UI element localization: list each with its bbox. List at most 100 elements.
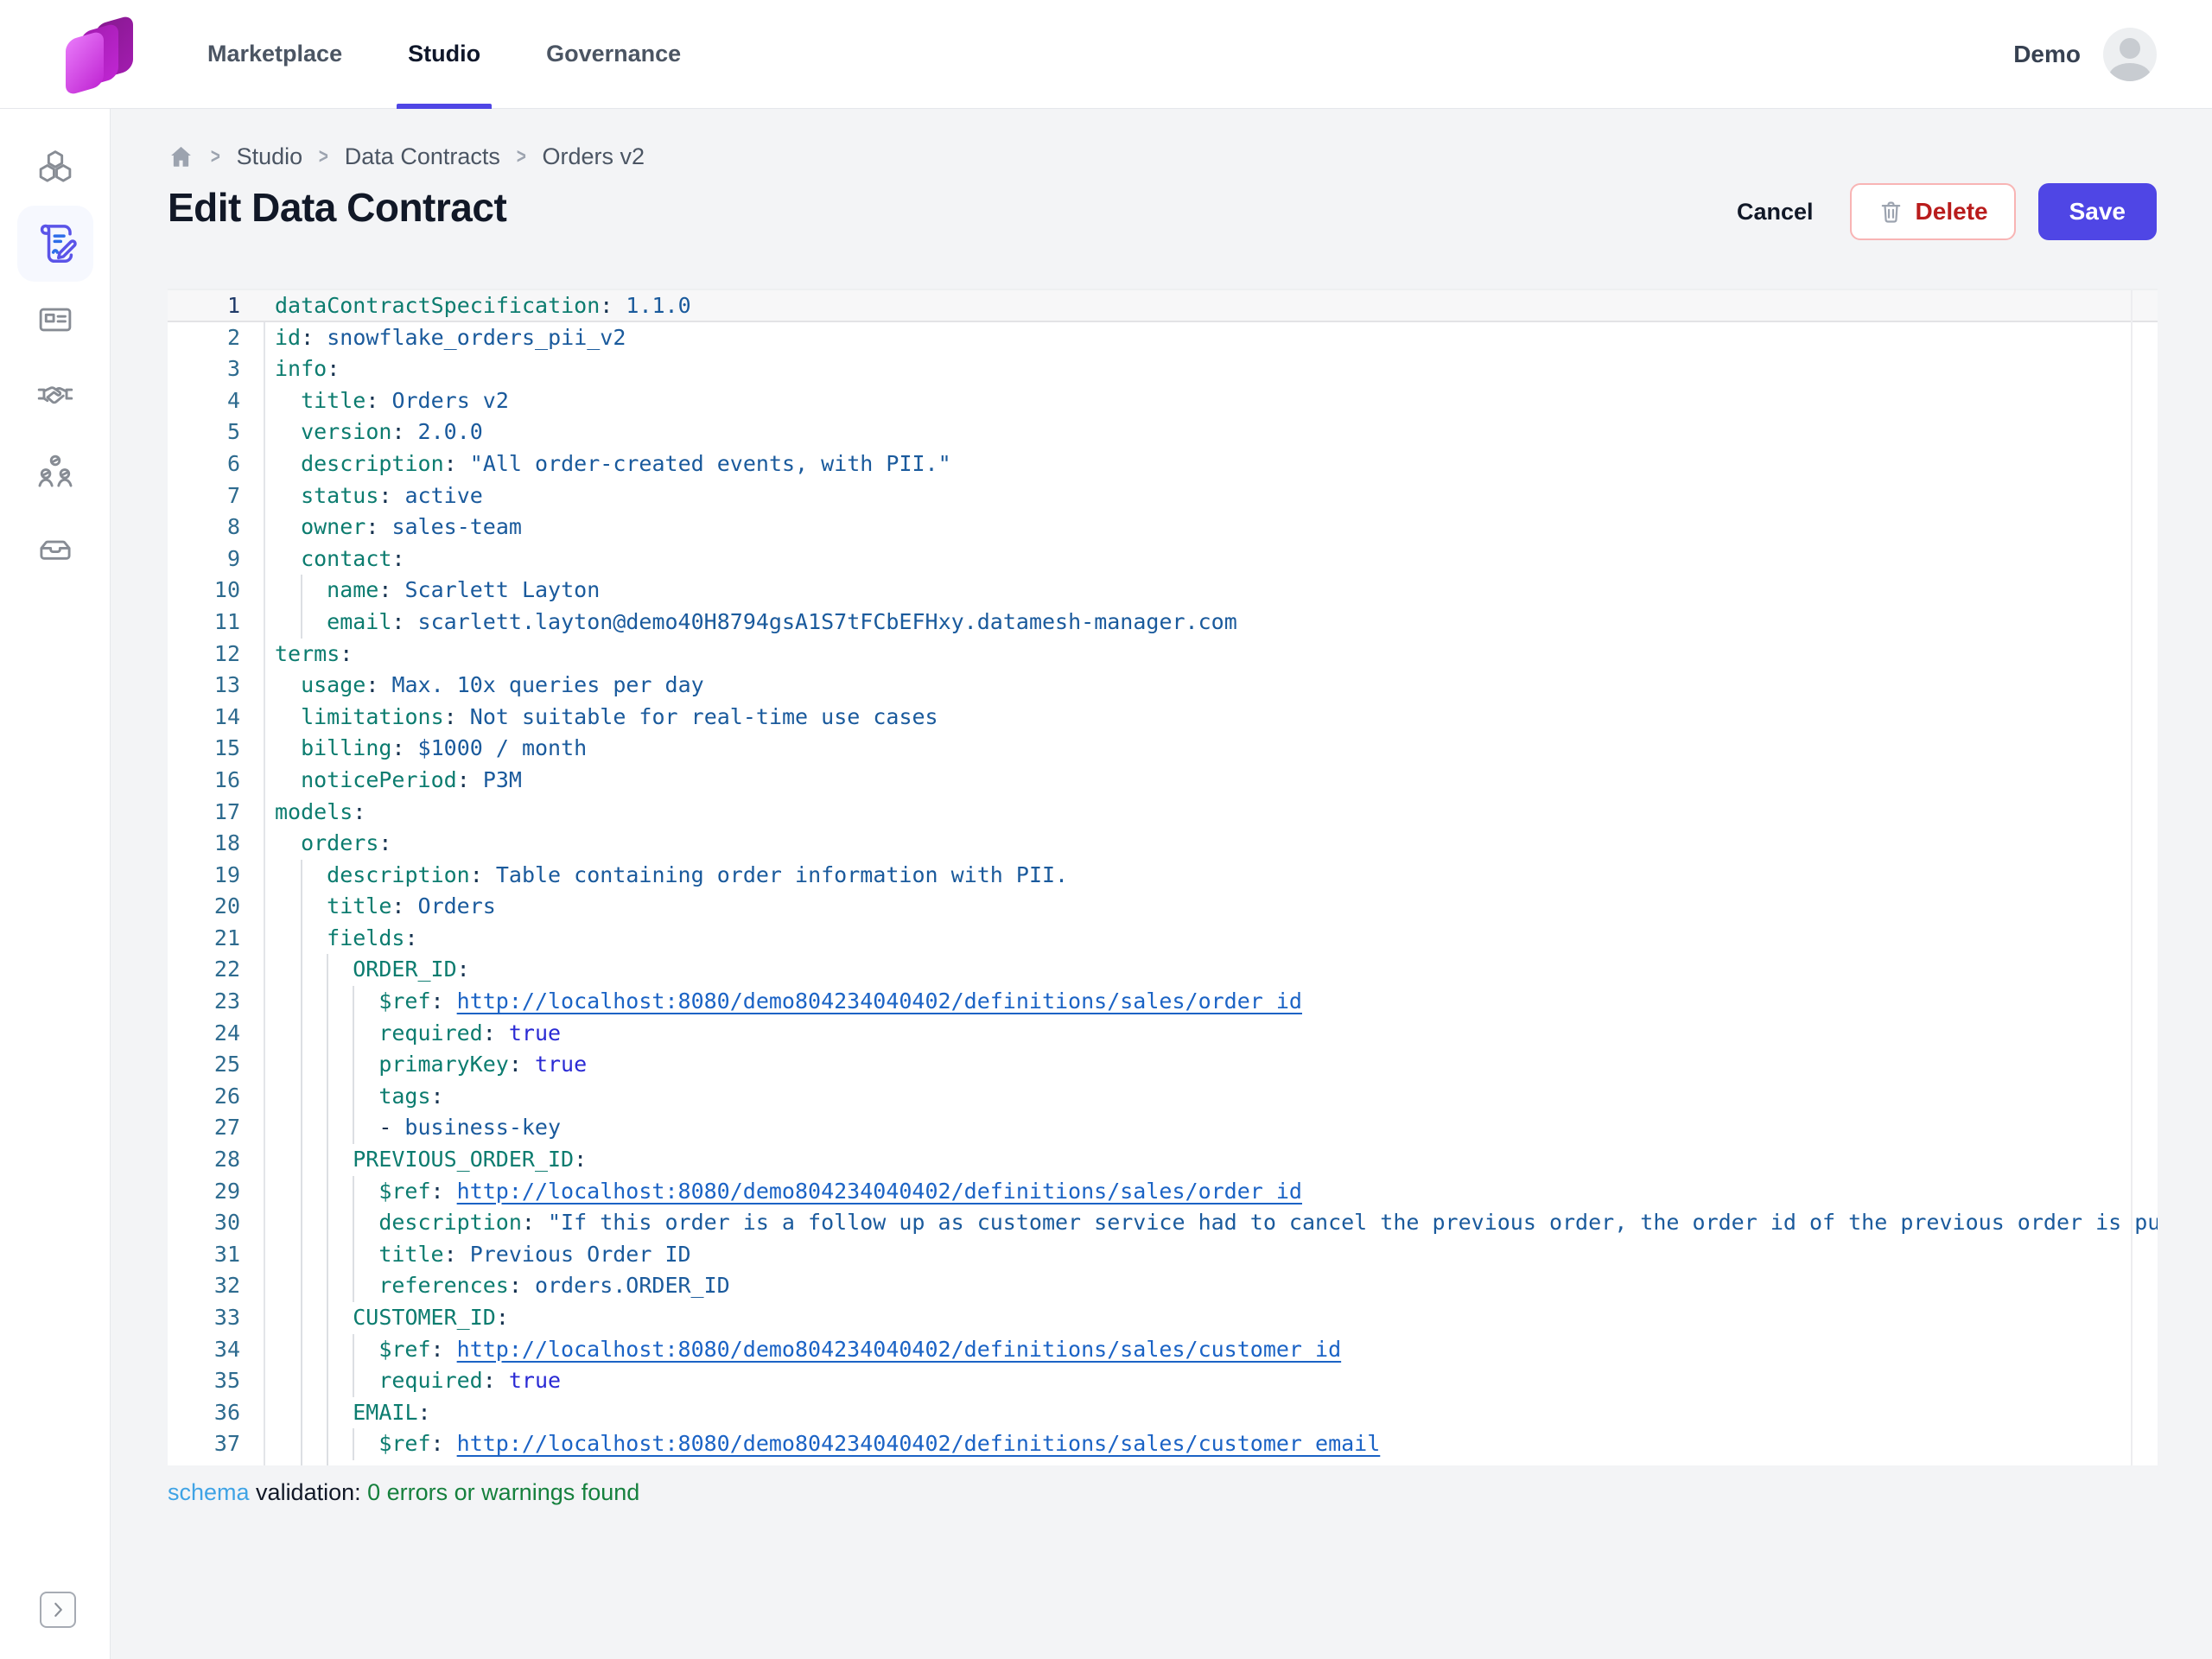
line-number: 21 <box>168 923 240 955</box>
code-line[interactable]: 1dataContractSpecification: 1.1.0 <box>168 290 2158 322</box>
code-line[interactable]: 5 version: 2.0.0 <box>168 416 2158 448</box>
code-line[interactable]: 19description: Table containing order in… <box>168 860 2158 892</box>
indent-guide <box>353 1081 354 1113</box>
code-line[interactable]: 17models: <box>168 797 2158 829</box>
code-line[interactable]: 6description: "All order-created events,… <box>168 448 2158 480</box>
code-line[interactable]: 26tags: <box>168 1081 2158 1113</box>
validation-status: 0 errors or warnings found <box>367 1479 639 1505</box>
save-button[interactable]: Save <box>2038 183 2157 240</box>
code-line[interactable]: 36EMAIL: <box>168 1397 2158 1429</box>
sidebar-item-teams[interactable] <box>0 434 111 510</box>
yaml-code-editor[interactable]: 1dataContractSpecification: 1.1.02id: sn… <box>168 289 2158 1465</box>
code-line[interactable]: 29$ref: http://localhost:8080/demo804234… <box>168 1176 2158 1208</box>
line-number: 18 <box>168 828 240 860</box>
ref-link[interactable]: http://localhost:8080/demo804234040402/d… <box>457 988 1302 1014</box>
code-line[interactable]: 14 limitations: Not suitable for real-tim… <box>168 702 2158 734</box>
code-line[interactable]: 18 orders: <box>168 828 2158 860</box>
indent-guide <box>327 1428 328 1460</box>
code-line[interactable]: 11email: scarlett.layton@demo40H8794gsA1… <box>168 607 2158 639</box>
nav-tab-governance[interactable]: Governance <box>546 0 681 109</box>
code-line[interactable]: 2id: snowflake_orders_pii_v2 <box>168 322 2158 354</box>
home-icon[interactable] <box>168 143 194 170</box>
code-line[interactable]: 10name: Scarlett Layton <box>168 575 2158 607</box>
code-line[interactable]: 8owner: sales-team <box>168 512 2158 543</box>
nav-tab-marketplace[interactable]: Marketplace <box>207 0 342 109</box>
line-number: 20 <box>168 891 240 923</box>
code-line[interactable]: 13usage: Max. 10x queries per day <box>168 670 2158 702</box>
indent-guide <box>327 1270 328 1302</box>
user-avatar-icon[interactable] <box>2103 28 2157 81</box>
code-line[interactable]: 34$ref: http://localhost:8080/demo804234… <box>168 1334 2158 1366</box>
code-line[interactable]: 20title: Orders <box>168 891 2158 923</box>
app-logo[interactable] <box>64 15 135 96</box>
code-line[interactable]: 22ORDER_ID: <box>168 954 2158 986</box>
code-line[interactable]: 9contact: <box>168 543 2158 575</box>
inbox-icon <box>35 528 75 568</box>
breadcrumb-item[interactable]: Data Contracts <box>345 143 500 170</box>
code-line[interactable]: 31title: Previous Order ID <box>168 1239 2158 1271</box>
card-icon <box>35 300 75 340</box>
line-number: 4 <box>168 385 240 417</box>
sidebar-item-asset-card[interactable] <box>0 282 111 358</box>
code-line[interactable]: 16noticePeriod: P3M <box>168 765 2158 797</box>
code-text: title: Previous Order ID <box>378 1239 690 1271</box>
code-line[interactable]: 24required: true <box>168 1018 2158 1050</box>
code-text: EMAIL: <box>353 1397 430 1429</box>
code-line[interactable]: 23$ref: http://localhost:8080/demo804234… <box>168 986 2158 1018</box>
code-line[interactable]: 37$ref: http://localhost:8080/demo804234… <box>168 1428 2158 1460</box>
nav-tab-studio[interactable]: Studio <box>408 0 480 109</box>
code-line[interactable]: 33CUSTOMER_ID: <box>168 1302 2158 1334</box>
sidebar-expand-button[interactable] <box>40 1592 76 1628</box>
code-line[interactable]: 12terms: <box>168 639 2158 671</box>
line-number: 38 <box>168 1460 240 1465</box>
cancel-button[interactable]: Cancel <box>1737 199 1814 226</box>
code-text: references: orders.ORDER_ID <box>378 1270 729 1302</box>
schema-link[interactable]: schema <box>168 1479 250 1505</box>
code-line[interactable]: 4 title: Orders v2 <box>168 385 2158 417</box>
line-number: 17 <box>168 797 240 829</box>
delete-button[interactable]: Delete <box>1850 183 2016 240</box>
code-text: limitations: Not suitable for real-time … <box>301 702 938 734</box>
sidebar-item-agreements[interactable] <box>0 358 111 434</box>
line-number: 14 <box>168 702 240 734</box>
code-text: orders: <box>301 828 391 860</box>
code-text: fields: <box>327 923 417 955</box>
code-line[interactable]: 25primaryKey: true <box>168 1049 2158 1081</box>
breadcrumb-item[interactable]: Orders v2 <box>542 143 645 170</box>
editor-scrollbar-track[interactable] <box>2131 290 2133 1465</box>
code-text: primaryKey: true <box>378 1049 587 1081</box>
code-text: noticePeriod: P3M <box>301 765 522 797</box>
primary-nav: Marketplace Studio Governance <box>207 0 681 109</box>
sidebar-item-data-products[interactable] <box>0 130 111 206</box>
code-text: version: 2.0.0 <box>301 416 483 448</box>
indent-guide <box>353 1018 354 1050</box>
code-line[interactable]: 27- business-key <box>168 1112 2158 1144</box>
code-text: title: Orders v2 <box>301 385 509 417</box>
indent-guide <box>327 1302 328 1334</box>
code-line[interactable]: 35required: true <box>168 1365 2158 1397</box>
code-line[interactable]: 21 fields: <box>168 923 2158 955</box>
ref-link[interactable]: http://localhost:8080/demo804234040402/d… <box>457 1179 1302 1204</box>
code-text: dataContractSpecification: 1.1.0 <box>275 290 691 322</box>
breadcrumb-item[interactable]: Studio <box>237 143 303 170</box>
code-line[interactable]: 32references: orders.ORDER_ID <box>168 1270 2158 1302</box>
code-line[interactable]: 3info: <box>168 353 2158 385</box>
line-number: 23 <box>168 986 240 1018</box>
code-line[interactable]: 15billing: $1000 / month <box>168 733 2158 765</box>
indent-guide <box>301 1081 302 1113</box>
line-number: 27 <box>168 1112 240 1144</box>
code-text: $ref: http://localhost:8080/demo80423404… <box>378 1428 1380 1460</box>
code-line[interactable]: 28PREVIOUS_ORDER_ID: <box>168 1144 2158 1176</box>
code-line[interactable]: 30description: "If this order is a follo… <box>168 1207 2158 1239</box>
breadcrumb-separator: > <box>211 144 220 169</box>
icon-sidebar <box>0 109 111 1659</box>
code-line[interactable]: 7status: active <box>168 480 2158 512</box>
ref-link[interactable]: http://localhost:8080/demo804234040402/d… <box>457 1337 1342 1362</box>
user-name[interactable]: Demo <box>2013 41 2081 68</box>
code-line[interactable]: 38PHONE_NUMBER: <box>168 1460 2158 1465</box>
indent-guide <box>327 1460 328 1465</box>
ref-link[interactable]: http://localhost:8080/demo804234040402/d… <box>457 1431 1381 1456</box>
line-number: 5 <box>168 416 240 448</box>
sidebar-item-data-contracts[interactable] <box>0 206 111 282</box>
sidebar-item-inbox[interactable] <box>0 510 111 586</box>
